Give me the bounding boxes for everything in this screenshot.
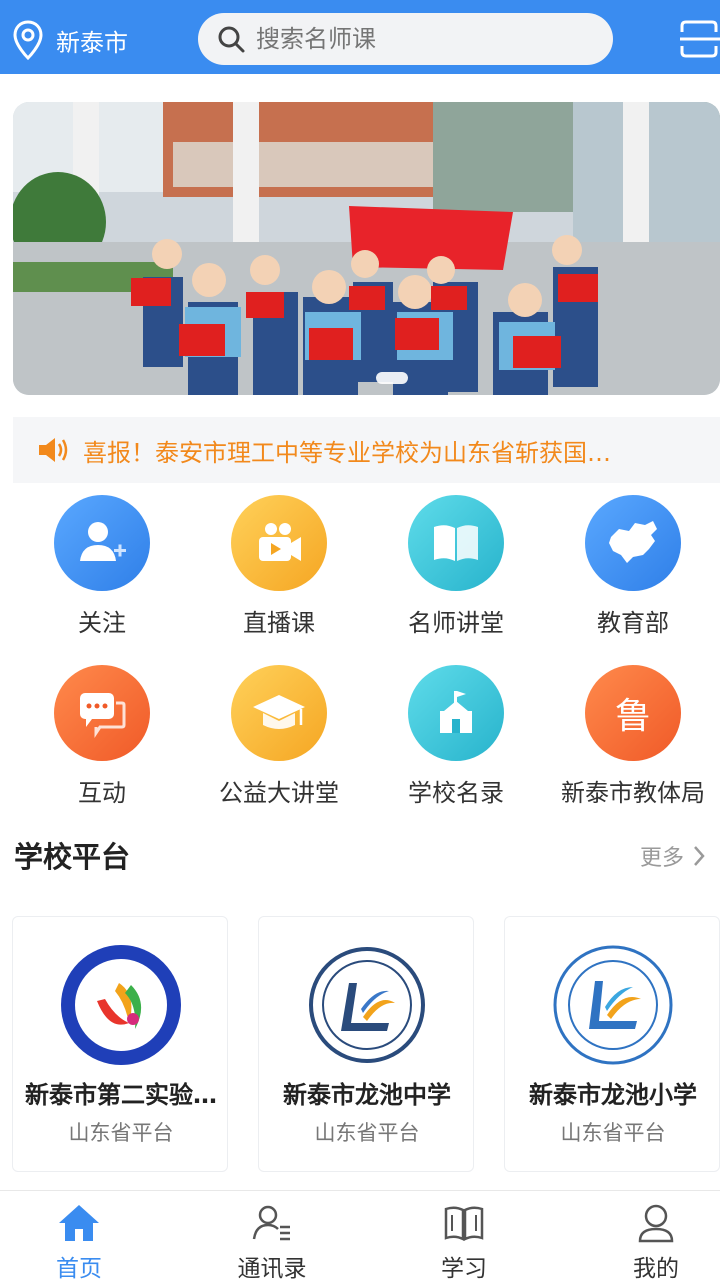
book-icon — [444, 1206, 484, 1242]
tab-contacts[interactable]: 通讯录 — [182, 1191, 362, 1280]
grid-item-label: 学校名录 — [408, 779, 504, 807]
speaker-icon — [39, 438, 68, 462]
location-selector[interactable]: 新泰市 — [12, 20, 128, 60]
scan-icon[interactable] — [678, 18, 720, 60]
school-logo-icon — [61, 945, 181, 1065]
user-plus-icon — [54, 495, 150, 591]
chat-bubbles-icon — [54, 665, 150, 761]
more-label: 更多 — [640, 846, 685, 871]
grid-item-label: 公益大讲堂 — [219, 779, 339, 807]
tab-label: 我的 — [633, 1256, 679, 1280]
grid-item-ministry[interactable]: 教育部 — [543, 495, 720, 645]
search-input[interactable] — [256, 25, 586, 53]
school-name: 新泰市龙池小学 — [529, 1081, 697, 1109]
graduation-cap-icon — [231, 665, 327, 761]
lu-character-icon: 鲁 — [585, 665, 681, 761]
search-bar[interactable] — [198, 13, 613, 65]
more-link[interactable]: 更多 — [640, 840, 706, 872]
school-logo-icon — [309, 947, 425, 1063]
grid-item-label: 教育部 — [597, 609, 669, 637]
school-logo-icon — [553, 945, 673, 1065]
video-camera-icon — [231, 495, 327, 591]
banner-carousel[interactable] — [13, 102, 720, 395]
grid-item-label: 名师讲堂 — [408, 609, 504, 637]
school-platform: 山东省平台 — [68, 1121, 174, 1145]
school-name: 新泰市龙池中学 — [283, 1081, 451, 1109]
school-platform: 山东省平台 — [560, 1121, 666, 1145]
chevron-right-icon — [694, 846, 705, 866]
announcement-bar[interactable]: 喜报！泰安市理工中等专业学校为山东省斩获国… — [13, 417, 720, 483]
contacts-icon — [252, 1205, 290, 1241]
school-building-icon — [408, 665, 504, 761]
tab-mine[interactable]: 我的 — [566, 1191, 720, 1280]
top-bar: 新泰市 — [0, 0, 720, 74]
tab-study[interactable]: 学习 — [374, 1191, 554, 1280]
grid-item-label: 新泰市教体局 — [561, 779, 705, 807]
grid-item-follow[interactable]: 关注 — [12, 495, 192, 645]
school-card[interactable]: 新泰市龙池小学 山东省平台 — [504, 916, 720, 1172]
school-card[interactable]: 新泰市龙池中学 山东省平台 — [258, 916, 474, 1172]
tab-home[interactable]: 首页 — [0, 1191, 169, 1280]
grid-item-label: 关注 — [78, 609, 126, 637]
school-name: 新泰市第二实验… — [25, 1081, 217, 1109]
grid-item-label: 直播课 — [243, 609, 315, 637]
grid-item-education-bureau[interactable]: 鲁 新泰市教体局 — [543, 665, 720, 815]
location-pin-icon — [13, 20, 43, 60]
tab-label: 学习 — [441, 1256, 487, 1280]
carousel-indicator — [376, 372, 408, 384]
grid-item-interaction[interactable]: 互动 — [12, 665, 192, 815]
tab-label: 首页 — [56, 1256, 102, 1280]
china-map-icon — [585, 495, 681, 591]
tab-label: 通讯录 — [237, 1256, 307, 1280]
section-title: 学校平台 — [14, 840, 131, 874]
banner-photo — [13, 102, 720, 395]
announcement-text: 喜报！泰安市理工中等专业学校为山东省斩获国… — [83, 438, 611, 467]
bottom-tab-bar: 首页 通讯录 学习 我的 — [0, 1190, 720, 1280]
profile-icon — [638, 1204, 674, 1243]
grid-item-label: 互动 — [78, 779, 126, 807]
school-card[interactable]: 新泰市第二实验… 山东省平台 — [12, 916, 228, 1172]
grid-item-live[interactable]: 直播课 — [189, 495, 369, 645]
school-platform: 山东省平台 — [314, 1121, 420, 1145]
city-name: 新泰市 — [56, 28, 128, 57]
open-book-icon — [408, 495, 504, 591]
home-icon — [59, 1205, 99, 1241]
grid-item-teacher-lecture[interactable]: 名师讲堂 — [366, 495, 546, 645]
school-card-list: 新泰市第二实验… 山东省平台 新泰市龙池中学 山东省平台 新泰市龙池小学 山东省… — [0, 916, 720, 1172]
search-icon — [218, 26, 245, 53]
grid-item-public-lecture[interactable]: 公益大讲堂 — [189, 665, 369, 815]
grid-item-school-directory[interactable]: 学校名录 — [366, 665, 546, 815]
